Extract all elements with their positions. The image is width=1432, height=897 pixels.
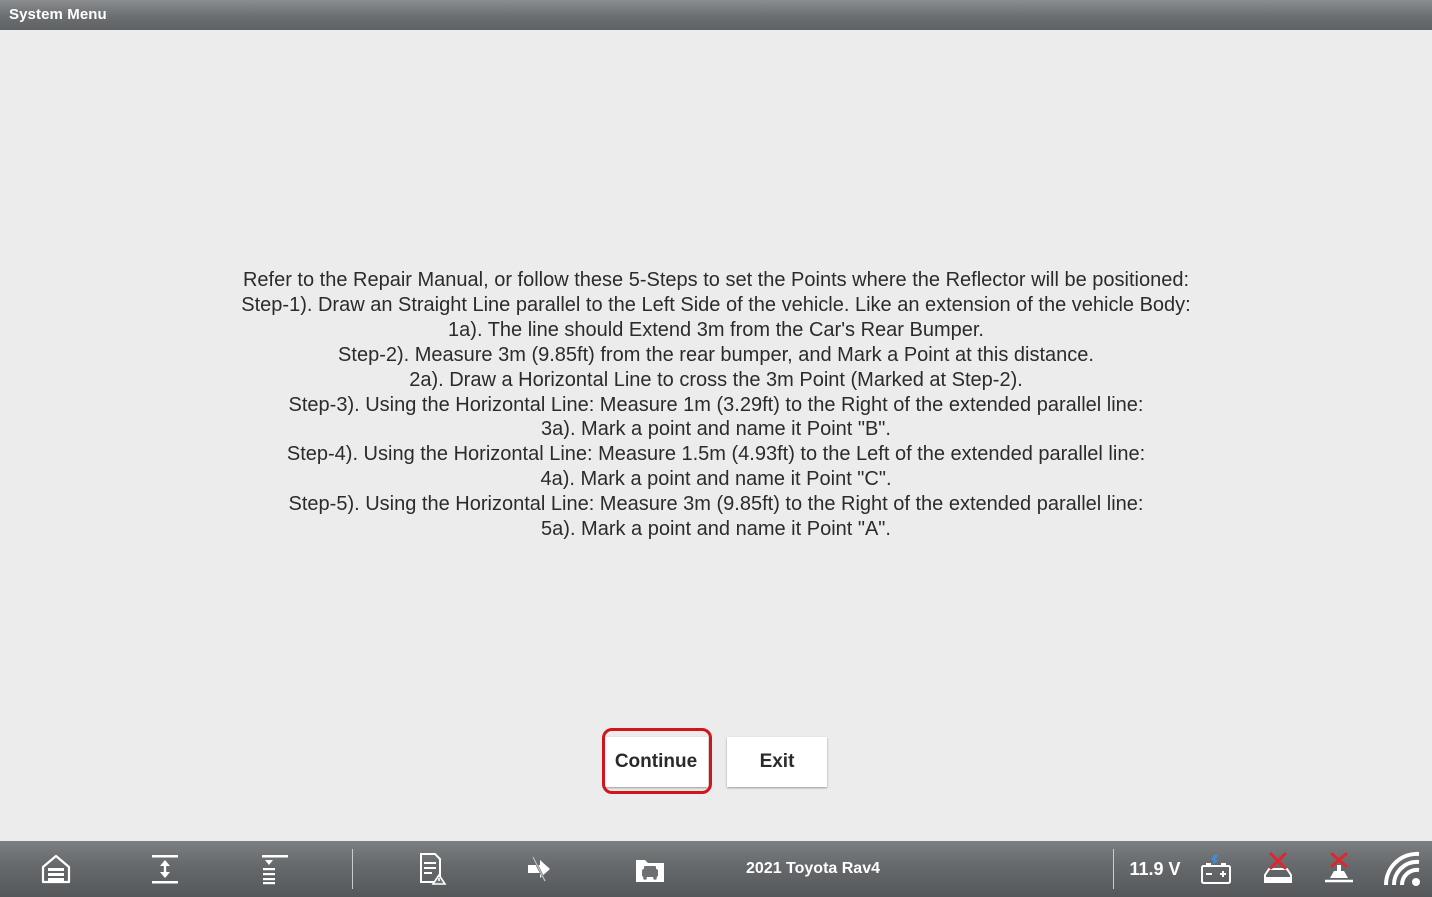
bottom-toolbar: 2021 Toyota Rav4 11.9 V <box>0 841 1432 897</box>
instruction-line: 3a). Mark a point and name it Point "B". <box>541 418 891 441</box>
wifi-icon[interactable] <box>1383 851 1423 887</box>
instruction-line: Refer to the Repair Manual, or follow th… <box>242 269 1190 291</box>
title-bar-label: System Menu <box>9 6 107 23</box>
instruction-line: Step-5). Using the Horizontal Line: Meas… <box>288 493 1144 516</box>
vci-disconnected-icon <box>1261 851 1295 887</box>
expand-all-icon[interactable] <box>148 851 182 887</box>
toolbar-divider <box>352 849 353 889</box>
instruction-line: Step-1). Draw an Straight Line parallel … <box>241 293 1191 316</box>
title-bar: System Menu <box>0 0 1432 30</box>
exit-button[interactable]: Exit <box>727 737 827 787</box>
toolbar-divider <box>1113 849 1114 889</box>
instructions-text: Refer to the Repair Manual, or follow th… <box>0 268 1432 542</box>
instruction-line: Step-3). Using the Horizontal Line: Meas… <box>288 393 1144 416</box>
battery-voltage: 11.9 V <box>1129 859 1181 879</box>
instruction-line: 4a). Mark a point and name it Point "C". <box>540 468 892 491</box>
app-window: System Menu Refer to the Repair Manual, … <box>0 0 1432 897</box>
vehicle-name: 2021 Toyota Rav4 <box>746 860 880 877</box>
vehicle-disconnected-icon <box>1322 851 1356 887</box>
shortcut-arrow-icon[interactable] <box>523 851 557 887</box>
home-garage-icon[interactable] <box>39 851 73 887</box>
instruction-line: 2a). Draw a Horizontal Line to cross the… <box>409 368 1023 391</box>
main-content: Refer to the Repair Manual, or follow th… <box>0 30 1432 841</box>
instruction-line: Step-2). Measure 3m (9.85ft) from the re… <box>338 343 1094 366</box>
collapse-list-icon[interactable] <box>258 851 292 887</box>
instruction-line: Step-4). Using the Horizontal Line: Meas… <box>286 443 1146 466</box>
continue-button[interactable]: Continue <box>604 737 708 787</box>
report-icon[interactable] <box>414 851 448 887</box>
battery-icon <box>1199 851 1233 887</box>
vehicle-folder-icon[interactable] <box>633 851 667 887</box>
instruction-line: 1a). The line should Extend 3m from the … <box>448 318 984 341</box>
instruction-line: 5a). Mark a point and name it Point "A". <box>541 518 891 541</box>
